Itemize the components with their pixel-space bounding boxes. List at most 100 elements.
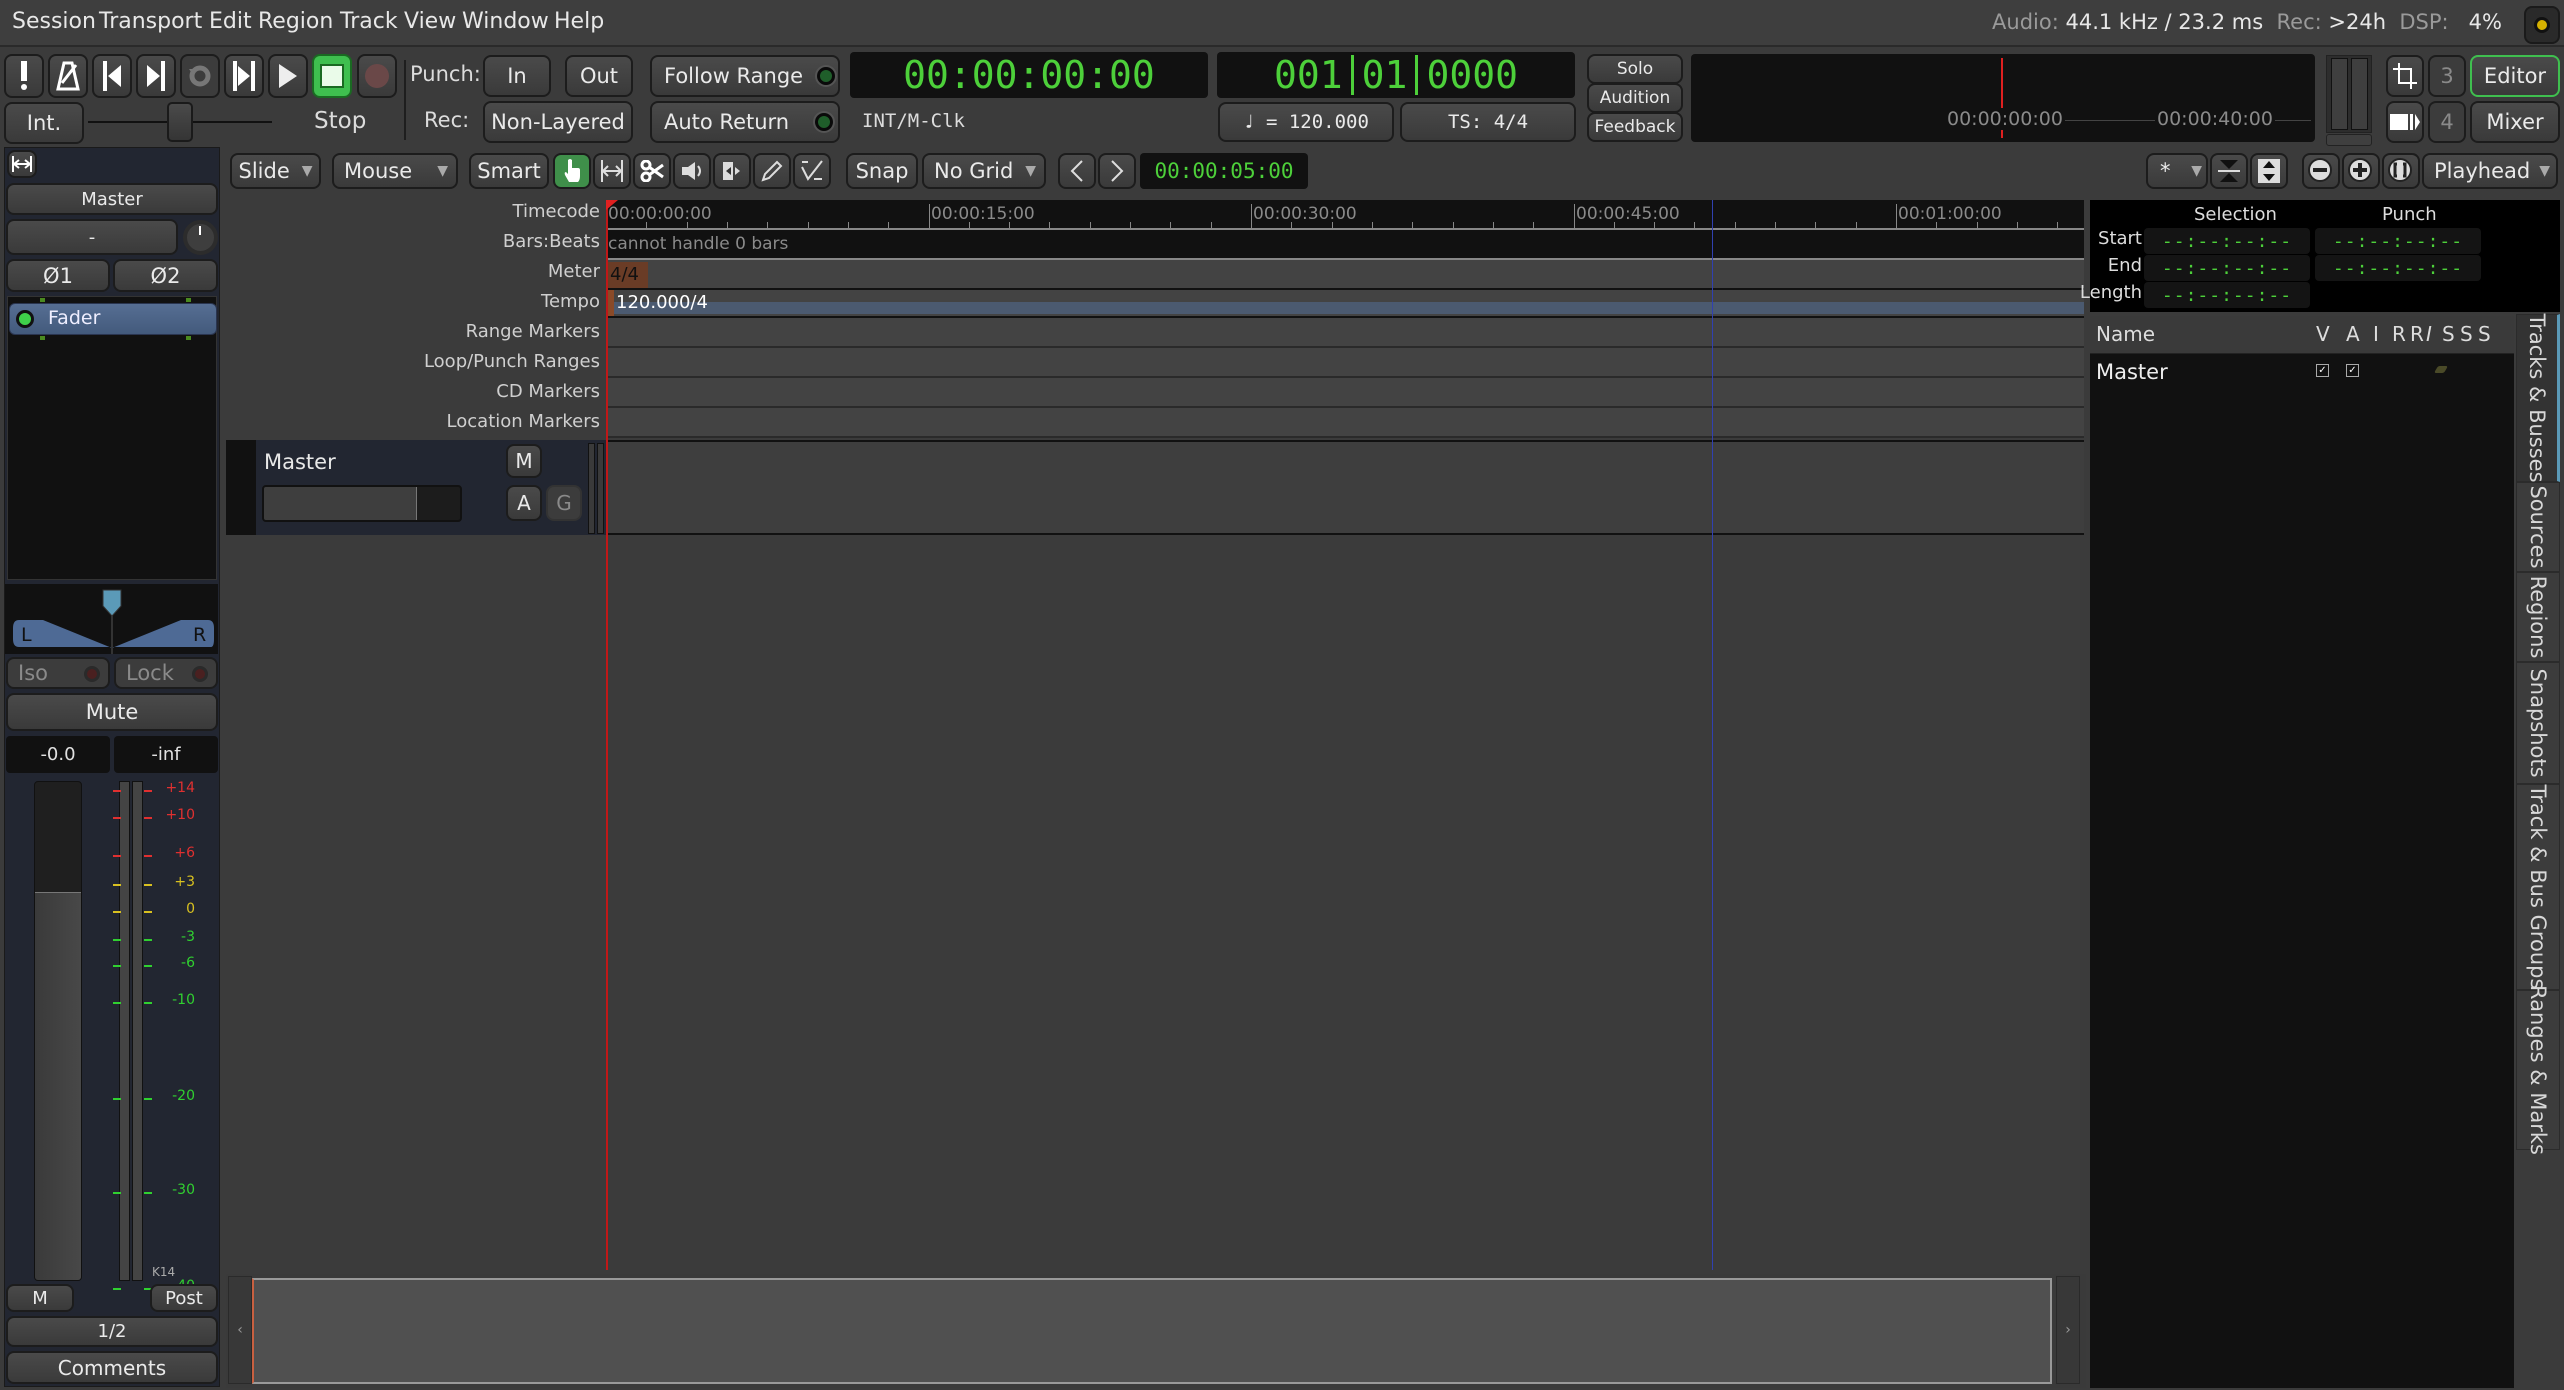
- phase-invert-1-button[interactable]: Ø1: [6, 259, 110, 292]
- solo-isolate-button[interactable]: Iso: [6, 657, 110, 689]
- mini-timeline[interactable]: 00:00:00:00 00:00:40:00: [1691, 54, 2315, 142]
- expand-tracks-button[interactable]: [2250, 153, 2288, 189]
- nudge-clock[interactable]: 00:00:05:00: [1140, 153, 1308, 189]
- audition-button[interactable]: Audition: [1587, 83, 1683, 113]
- goto-end-button[interactable]: [136, 54, 176, 98]
- visible-tracks-dropdown[interactable]: * ▼: [2146, 153, 2208, 189]
- window-4-button[interactable]: 4: [2428, 101, 2466, 143]
- punch-end-clock[interactable]: --:--:--:--: [2315, 255, 2481, 281]
- punch-start-clock[interactable]: --:--:--:--: [2315, 228, 2481, 254]
- shuttle-handle[interactable]: [167, 102, 193, 142]
- primary-clock[interactable]: 00:00:00:00: [850, 52, 1208, 98]
- track-active-checkbox[interactable]: ✓: [2346, 364, 2359, 377]
- menu-edit[interactable]: Edit: [209, 9, 252, 34]
- record-button[interactable]: [357, 54, 397, 98]
- bars-beats-ruler[interactable]: cannot handle 0 bars: [606, 230, 2084, 260]
- loop-punch-ruler[interactable]: [606, 348, 2084, 378]
- location-markers-ruler[interactable]: [606, 408, 2084, 438]
- solo-isolate-indicator-icon[interactable]: [2433, 366, 2449, 373]
- gain-fader[interactable]: [34, 781, 82, 1281]
- column-header[interactable]: A: [2346, 322, 2360, 346]
- selection-start-clock[interactable]: --:--:--:--: [2144, 228, 2310, 254]
- editor-button[interactable]: Editor: [2470, 55, 2560, 97]
- video-button[interactable]: [2386, 101, 2424, 143]
- gain-display[interactable]: -0.0: [6, 736, 110, 773]
- follow-range-button[interactable]: Follow Range: [650, 55, 840, 97]
- menu-region[interactable]: Region: [258, 9, 333, 34]
- meter-marker[interactable]: 4/4: [606, 262, 648, 288]
- ruler-label-bars-beats[interactable]: Bars:Beats: [503, 231, 600, 252]
- input-trim-knob[interactable]: [183, 220, 218, 255]
- time-signature-button[interactable]: TS: 4/4: [1400, 102, 1576, 142]
- output-button[interactable]: 1/2: [6, 1316, 218, 1347]
- ruler-label-timecode[interactable]: Timecode: [513, 201, 600, 222]
- smart-mode-button[interactable]: Smart: [469, 153, 549, 189]
- column-header[interactable]: S: [2442, 322, 2455, 346]
- nudge-backward-button[interactable]: [1058, 153, 1096, 189]
- mixer-button[interactable]: Mixer: [2470, 101, 2560, 143]
- column-header[interactable]: V: [2316, 322, 2330, 346]
- zoom-to-session-button[interactable]: [2382, 153, 2420, 189]
- menu-track[interactable]: Track: [340, 9, 398, 34]
- playhead-line[interactable]: [606, 200, 608, 1270]
- meter-point-button[interactable]: Post: [150, 1284, 218, 1312]
- ripple-mode-dropdown[interactable]: Mouse ▼: [332, 153, 458, 189]
- range-tool-button[interactable]: [593, 153, 631, 189]
- input-button[interactable]: -: [6, 219, 178, 255]
- shrink-tracks-button[interactable]: [2210, 153, 2248, 189]
- zoom-focus-dropdown[interactable]: Playhead ▼: [2422, 153, 2558, 189]
- track-visible-checkbox[interactable]: ✓: [2316, 364, 2329, 377]
- zoom-out-button[interactable]: [2302, 153, 2340, 189]
- ruler-label-range-markers[interactable]: Range Markers: [466, 321, 600, 342]
- auto-return-button[interactable]: Auto Return: [650, 101, 840, 143]
- processor-box[interactable]: Fader: [7, 296, 217, 580]
- cut-tool-button[interactable]: [633, 153, 671, 189]
- selection-length-clock[interactable]: --:--:--:--: [2144, 282, 2310, 308]
- internal-sync-button[interactable]: Int.: [4, 102, 84, 144]
- feedback-button[interactable]: Feedback: [1587, 112, 1683, 142]
- nudge-forward-button[interactable]: [1098, 153, 1136, 189]
- stop-button[interactable]: [312, 54, 352, 98]
- peak-display[interactable]: -inf: [114, 736, 218, 773]
- editor-list-tab[interactable]: Ranges & Marks: [2516, 985, 2560, 1155]
- range-markers-ruler[interactable]: [606, 318, 2084, 348]
- secondary-clock[interactable]: 001 01 0000: [1217, 52, 1575, 98]
- comments-button[interactable]: Comments: [6, 1351, 218, 1384]
- menu-session[interactable]: Session: [12, 9, 96, 34]
- ruler-label-tempo[interactable]: Tempo: [541, 291, 600, 312]
- tracks-list-row[interactable]: Master ✓ ✓: [2090, 356, 2514, 390]
- editor-crop-button[interactable]: [2386, 55, 2424, 97]
- track-group-button[interactable]: G: [546, 485, 582, 521]
- solo-lock-button[interactable]: Lock: [114, 657, 218, 689]
- column-header[interactable]: S: [2460, 322, 2473, 346]
- strip-name-button[interactable]: Master: [6, 183, 218, 215]
- stretch-tool-button[interactable]: [713, 153, 751, 189]
- audition-tool-button[interactable]: [673, 153, 711, 189]
- play-button[interactable]: [268, 54, 308, 98]
- play-range-button[interactable]: [224, 54, 264, 98]
- solo-button[interactable]: Solo: [1587, 54, 1683, 84]
- edit-mode-dropdown[interactable]: Slide ▼: [230, 153, 321, 189]
- editor-list-tab[interactable]: Tracks & Busses: [2516, 313, 2560, 483]
- summary-scroll-right-button[interactable]: ›: [2056, 1276, 2080, 1384]
- summary-viewport[interactable]: [252, 1278, 2052, 1384]
- ruler-label-meter[interactable]: Meter: [548, 261, 600, 282]
- grab-tool-button[interactable]: [553, 153, 591, 189]
- tempo-button[interactable]: ♩ = 120.000: [1218, 102, 1394, 142]
- panic-button[interactable]: [4, 54, 44, 98]
- editor-list-tab[interactable]: Track & Bus Groups: [2516, 784, 2560, 990]
- column-name[interactable]: Name: [2096, 322, 2155, 346]
- zoom-in-button[interactable]: [2342, 153, 2380, 189]
- cd-markers-ruler[interactable]: [606, 378, 2084, 408]
- column-header[interactable]: I: [2373, 322, 2379, 346]
- column-header[interactable]: S: [2478, 322, 2491, 346]
- processor-fader[interactable]: Fader: [9, 303, 217, 335]
- draw-tool-button[interactable]: [753, 153, 791, 189]
- grid-type-dropdown[interactable]: No Grid ▼: [922, 153, 1046, 189]
- window-3-button[interactable]: 3: [2428, 55, 2466, 97]
- track-list-name[interactable]: Master: [2096, 360, 2168, 384]
- sync-source[interactable]: INT/M-Clk: [862, 110, 965, 132]
- strip-width-button[interactable]: [7, 150, 37, 178]
- punch-out-button[interactable]: Out: [565, 55, 633, 97]
- internal-edit-tool-button[interactable]: [793, 153, 831, 189]
